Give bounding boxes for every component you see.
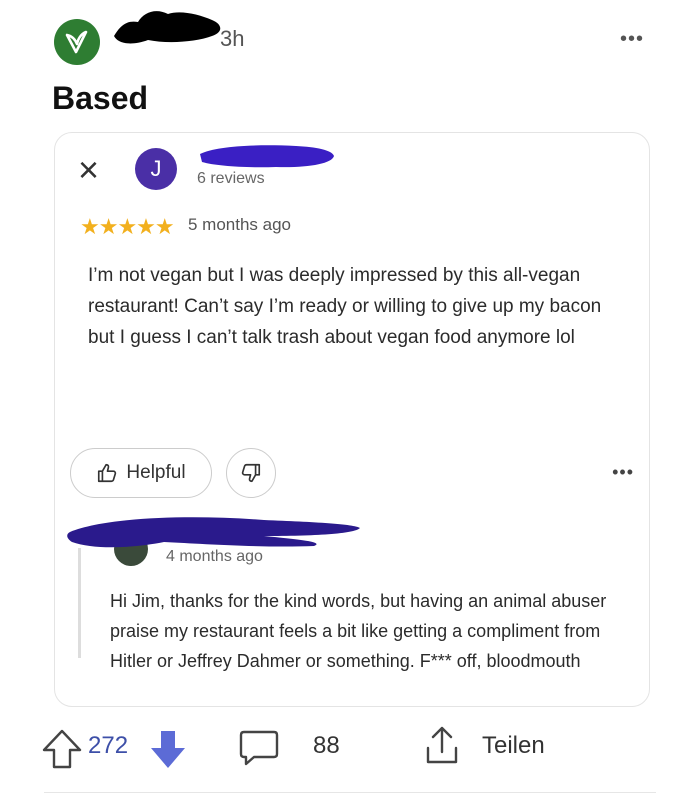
star-rating: ★★★★★: [80, 214, 175, 239]
downvote-arrow-icon[interactable]: [148, 728, 188, 770]
upvote-arrow-icon[interactable]: [40, 728, 84, 770]
share-icon[interactable]: [422, 724, 462, 768]
not-helpful-button[interactable]: [226, 448, 276, 498]
comment-count[interactable]: 88: [313, 732, 340, 760]
comment-icon[interactable]: [238, 728, 280, 768]
post-title: Based: [52, 80, 149, 116]
reviewer-avatar: J: [135, 148, 177, 190]
reply-age: 4 months ago: [166, 548, 263, 565]
vote-count: 272: [88, 732, 129, 759]
review-age: 5 months ago: [188, 215, 292, 234]
thumbs-up-icon: [98, 463, 117, 483]
community-avatar[interactable]: [54, 19, 100, 65]
helpful-label: Helpful: [126, 462, 186, 483]
thumbs-down-icon: [241, 463, 261, 483]
review-more-options-button[interactable]: •••: [612, 462, 634, 483]
reviewer-reviews-count: 6 reviews: [197, 170, 265, 187]
vegan-leaf-icon: [65, 30, 88, 54]
review-text: I’m not vegan but I was deeply impressed…: [88, 265, 602, 348]
redacted-username: [114, 11, 221, 44]
redacted-reviewer-name: [200, 145, 334, 168]
helpful-button[interactable]: Helpful: [70, 448, 212, 498]
post-more-options-button[interactable]: •••: [620, 28, 644, 51]
share-button[interactable]: Teilen: [482, 732, 545, 760]
post-time: 3h: [220, 26, 245, 51]
owner-reply-text: Hi Jim, thanks for the kind words, but h…: [110, 591, 607, 671]
close-icon[interactable]: ×: [78, 152, 99, 188]
